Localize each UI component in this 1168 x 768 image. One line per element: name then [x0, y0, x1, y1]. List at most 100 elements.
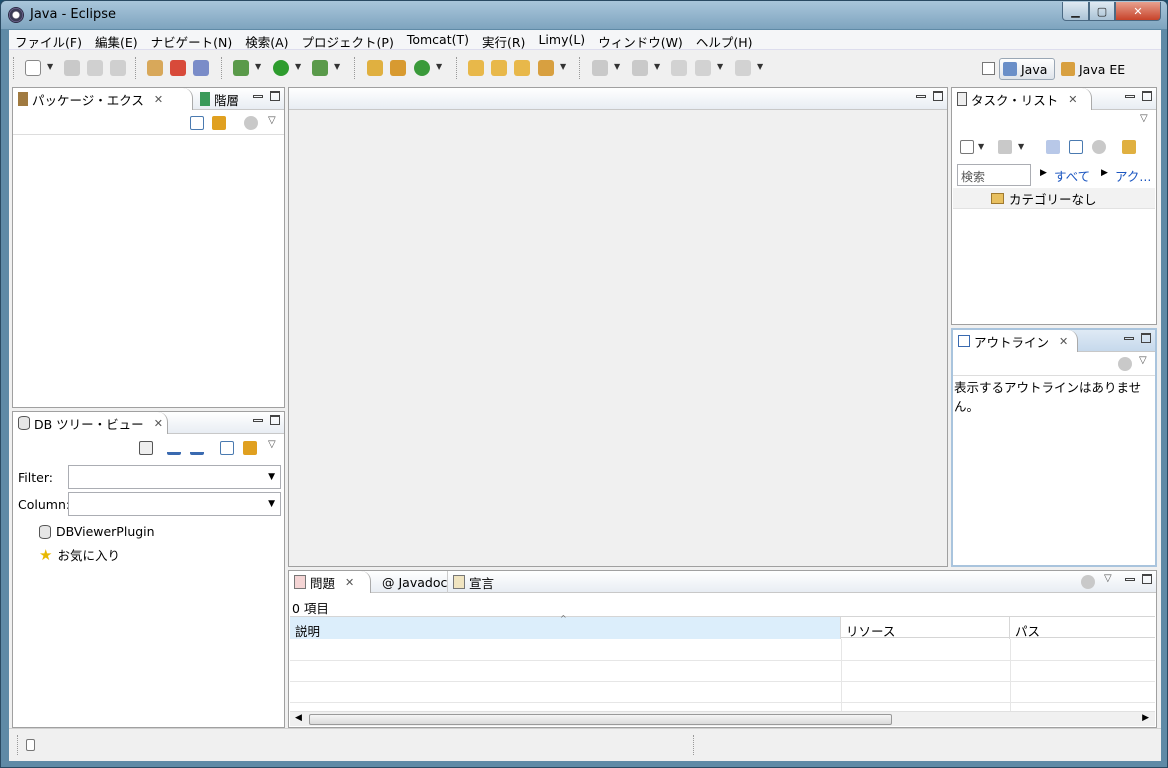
debug-icon[interactable]	[233, 60, 249, 76]
forward-dropdown-icon[interactable]: ▼	[757, 62, 763, 71]
minimize-view-icon[interactable]	[1125, 578, 1135, 581]
menu-help[interactable]: ヘルプ(H)	[690, 30, 760, 50]
maximize-view-icon[interactable]	[1141, 333, 1151, 343]
tab-declaration[interactable]: 宣言	[447, 571, 494, 593]
back-icon[interactable]	[695, 60, 711, 76]
open-perspective-icon[interactable]	[982, 62, 995, 75]
new-package-icon[interactable]	[390, 60, 406, 76]
filter-icon[interactable]	[1118, 357, 1132, 371]
spider-icon[interactable]	[147, 60, 163, 76]
save-all-icon[interactable]	[87, 60, 103, 76]
link-with-editor-icon[interactable]	[212, 116, 226, 130]
maximize-view-icon[interactable]	[1142, 574, 1152, 584]
filter-icon[interactable]	[1081, 575, 1095, 589]
tab-hierarchy[interactable]: 階層	[195, 88, 239, 110]
new-class-dropdown-icon[interactable]: ▼	[436, 62, 442, 71]
run-icon[interactable]	[273, 60, 289, 76]
minimize-view-icon[interactable]	[1124, 337, 1134, 340]
column-combo[interactable]: ▼	[68, 492, 281, 516]
close-tab-icon[interactable]: ✕	[154, 417, 163, 430]
save-icon[interactable]	[64, 60, 80, 76]
new-icon[interactable]	[25, 60, 41, 76]
connect-icon[interactable]	[139, 441, 153, 455]
new-dropdown-icon[interactable]: ▼	[47, 62, 53, 71]
close-tab-icon[interactable]: ✕	[154, 93, 163, 106]
tab-task-list[interactable]: タスク・リスト ✕	[952, 88, 1092, 110]
view-menu-icon[interactable]: ▽	[268, 439, 276, 450]
task-search-input[interactable]: 検索	[957, 164, 1031, 186]
categorize-dropdown-icon[interactable]: ▼	[1018, 142, 1024, 151]
link-with-editor-icon[interactable]	[243, 441, 257, 455]
import-icon[interactable]	[167, 441, 181, 455]
maximize-button[interactable]: ▢	[1089, 2, 1115, 21]
debug-dropdown-icon[interactable]: ▼	[255, 62, 261, 71]
external-tools-dropdown-icon[interactable]: ▼	[334, 62, 340, 71]
new-task-icon[interactable]	[960, 140, 974, 154]
close-tab-icon[interactable]: ✕	[1059, 335, 1068, 348]
menu-file[interactable]: ファイル(F)	[9, 30, 89, 50]
column-header-path[interactable]: パス	[1010, 617, 1155, 639]
title-bar[interactable]: Java - Eclipse ▁ ▢ ✕	[1, 1, 1167, 29]
view-menu-icon[interactable]: ▽	[1104, 573, 1112, 584]
open-type-icon[interactable]	[468, 60, 484, 76]
open-resource-icon[interactable]	[514, 60, 530, 76]
tab-javadoc[interactable]: @ Javadoc	[377, 571, 447, 593]
previous-annotation-dropdown-icon[interactable]: ▼	[654, 62, 660, 71]
tab-db-tree[interactable]: DB ツリー・ビュー ✕	[13, 412, 168, 434]
new-class-icon[interactable]	[414, 60, 430, 76]
close-button[interactable]: ✕	[1115, 2, 1161, 21]
maximize-view-icon[interactable]	[270, 415, 280, 425]
export-icon[interactable]	[190, 441, 204, 455]
new-task-dropdown-icon[interactable]: ▼	[978, 142, 984, 151]
open-task-icon[interactable]	[491, 60, 507, 76]
forward-icon[interactable]	[735, 60, 751, 76]
menu-run[interactable]: 実行(R)	[476, 30, 532, 50]
next-annotation-icon[interactable]	[592, 60, 608, 76]
search-icon[interactable]	[538, 60, 554, 76]
close-tab-icon[interactable]: ✕	[1068, 93, 1077, 106]
tree-item-dbviewer[interactable]: DBViewerPlugin	[39, 524, 155, 539]
tree-item-favorites[interactable]: ★ お気に入り	[39, 545, 120, 564]
filter-active-link[interactable]: アク...	[1115, 166, 1151, 185]
filter-all-link[interactable]: すべて	[1054, 166, 1090, 185]
focus-on-workweek-icon[interactable]	[1046, 140, 1060, 154]
column-header-resource[interactable]: リソース	[841, 617, 1010, 639]
filter-icon[interactable]	[244, 116, 258, 130]
synchronize-icon[interactable]	[1122, 140, 1136, 154]
spider-stop-icon[interactable]	[170, 60, 186, 76]
print-icon[interactable]	[110, 60, 126, 76]
minimize-view-icon[interactable]	[253, 95, 263, 98]
menu-search[interactable]: 検索(A)	[239, 30, 295, 50]
maximize-view-icon[interactable]	[1142, 91, 1152, 101]
new-java-project-icon[interactable]	[367, 60, 383, 76]
back-dropdown-icon[interactable]: ▼	[717, 62, 723, 71]
view-menu-icon[interactable]: ▽	[1139, 355, 1147, 366]
minimize-view-icon[interactable]	[916, 95, 926, 98]
external-tools-icon[interactable]	[312, 60, 328, 76]
tab-outline[interactable]: アウトライン ✕	[953, 330, 1078, 352]
spider-debug-icon[interactable]	[193, 60, 209, 76]
menu-window[interactable]: ウィンドウ(W)	[592, 30, 690, 50]
scroll-left-icon[interactable]: ◀	[295, 713, 302, 723]
menu-edit[interactable]: 編集(E)	[89, 30, 145, 50]
minimize-button[interactable]: ▁	[1062, 2, 1089, 21]
column-header-description[interactable]: 説明 ^	[290, 614, 841, 639]
menu-project[interactable]: プロジェクト(P)	[296, 30, 401, 50]
run-dropdown-icon[interactable]: ▼	[295, 62, 301, 71]
minimize-view-icon[interactable]	[253, 419, 263, 422]
categorize-icon[interactable]	[998, 140, 1012, 154]
collapse-all-icon[interactable]	[190, 116, 204, 130]
maximize-view-icon[interactable]	[933, 91, 943, 101]
menu-limy[interactable]: Limy(L)	[532, 30, 592, 49]
task-category-row[interactable]: カテゴリーなし	[953, 188, 1155, 209]
view-menu-icon[interactable]: ▽	[1140, 113, 1148, 124]
tab-problems[interactable]: 問題 ✕	[289, 571, 371, 593]
scrollbar-thumb[interactable]	[309, 714, 892, 725]
scroll-right-icon[interactable]: ▶	[1142, 713, 1149, 723]
collapse-all-icon[interactable]	[1069, 140, 1083, 154]
last-edit-location-icon[interactable]	[671, 60, 687, 76]
search-dropdown-icon[interactable]: ▼	[560, 62, 566, 71]
close-tab-icon[interactable]: ✕	[345, 576, 354, 589]
minimize-view-icon[interactable]	[1125, 95, 1135, 98]
collapse-all-icon[interactable]	[220, 441, 234, 455]
